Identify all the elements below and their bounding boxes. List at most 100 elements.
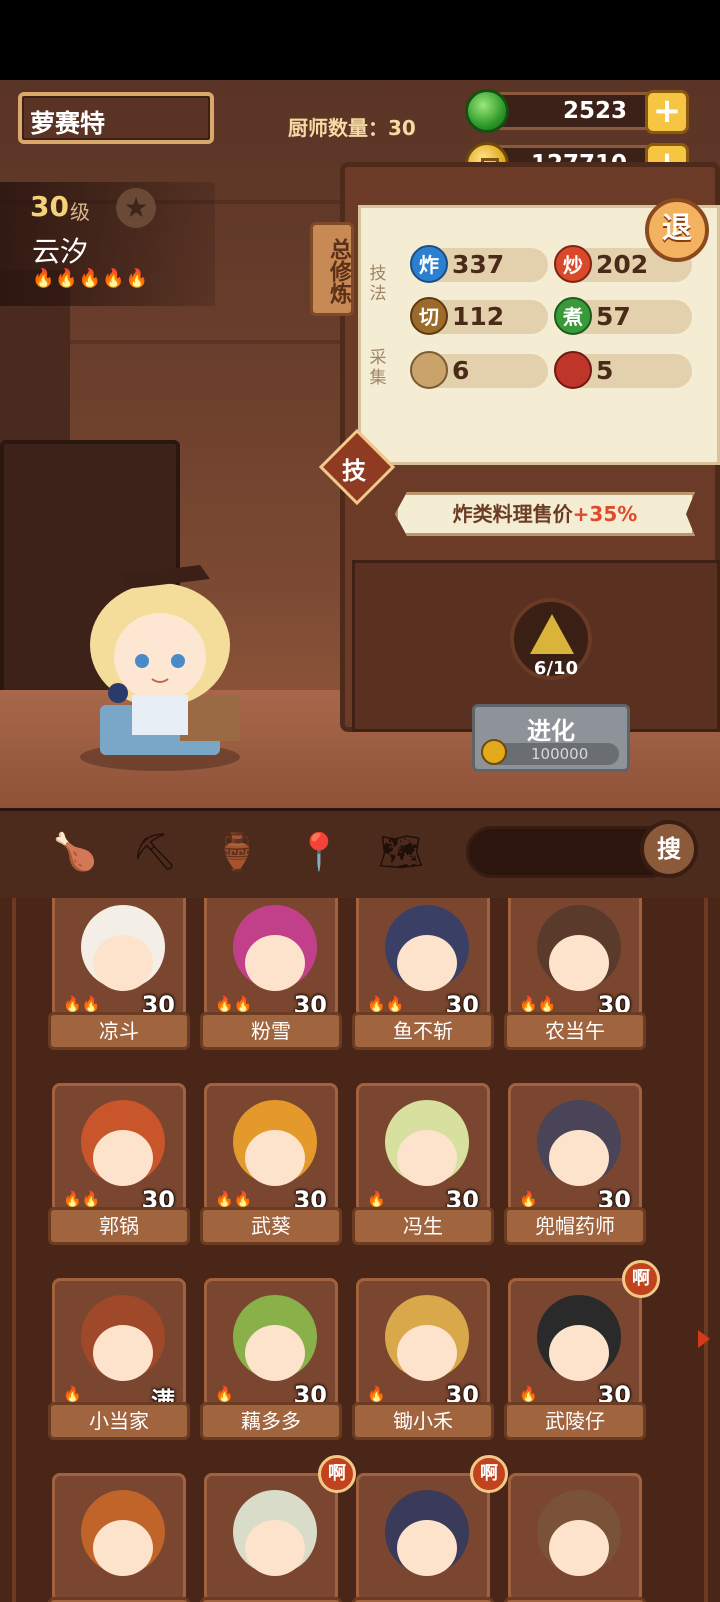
chef-card-name <box>48 1597 190 1602</box>
alert-badge-icon[interactable]: 啊 <box>470 1455 508 1493</box>
chef-face <box>397 1520 457 1576</box>
chef-card-name <box>200 1597 342 1602</box>
gem-currency: 2523 + <box>465 89 689 134</box>
chef-card-flames: 🔥🔥 <box>519 995 557 1013</box>
fry-icon: 炸 <box>410 245 448 283</box>
chef-portrait: 🔥 30 <box>508 1083 642 1213</box>
chef-level-unit: 级 <box>70 200 90 224</box>
chef-face <box>245 935 305 991</box>
chef-card[interactable]: 🔥🔥 30 郭锅 <box>48 1083 190 1255</box>
chef-portrait <box>204 1473 338 1602</box>
cut-icon: 切 <box>410 297 448 335</box>
chef-face <box>93 1325 153 1381</box>
evolution-progress: 6/10 <box>533 658 579 679</box>
evolve-cost: 100000 <box>481 739 619 765</box>
evolve-cost-value: 100000 <box>531 745 589 763</box>
skill-fry: 炸 337 <box>410 245 548 283</box>
chef-face <box>93 1520 153 1576</box>
chef-portrait: 🔥🔥 30 <box>356 898 490 1018</box>
boil-icon: 煮 <box>554 297 592 335</box>
grain-basket-icon <box>410 351 448 389</box>
player-name[interactable]: 萝赛特 <box>18 92 214 144</box>
shovel-icon[interactable]: ⛏ <box>132 830 178 876</box>
chef-card-name <box>352 1597 494 1602</box>
chef-card-flames: 🔥🔥 <box>63 995 101 1013</box>
chef-card[interactable]: 🔥🔥 30 凉斗 <box>48 898 190 1060</box>
chef-card-name: 粉雪 <box>200 1012 342 1050</box>
stirfry-icon: 炒 <box>554 245 592 283</box>
chef-face <box>549 1325 609 1381</box>
chef-portrait: 🔥 30 <box>356 1083 490 1213</box>
chef-card-name <box>504 1597 646 1602</box>
star-icon[interactable]: ★ <box>116 188 156 228</box>
gather-meat-value: 5 <box>596 356 614 385</box>
chef-portrait: 🔥🔥 30 <box>52 1083 186 1213</box>
chef-card[interactable]: 啊 <box>200 1455 356 1602</box>
add-gems-button[interactable]: + <box>645 90 689 134</box>
alert-badge-icon[interactable]: 啊 <box>622 1260 660 1298</box>
chef-card-name: 小当家 <box>48 1402 190 1440</box>
bonus-value: +35% <box>572 502 638 526</box>
chef-portrait <box>52 1473 186 1602</box>
alert-badge-icon[interactable]: 啊 <box>318 1455 356 1493</box>
chef-card-flames: 🔥 <box>215 1385 234 1403</box>
drumstick-icon[interactable]: 🍗 <box>52 830 98 876</box>
gather-grain-value: 6 <box>452 356 470 385</box>
skill-cut: 切 112 <box>410 297 548 335</box>
status-bar <box>0 0 720 80</box>
tab-total-training[interactable]: 总修炼 <box>310 222 354 316</box>
jar-icon[interactable]: 🏺 <box>214 830 260 876</box>
chef-card-flames: 🔥 <box>519 1190 538 1208</box>
location-pin-icon[interactable]: 📍 <box>296 830 342 876</box>
chef-character[interactable] <box>60 545 260 775</box>
skill-cut-value: 112 <box>452 302 505 331</box>
chef-card-name: 藕多多 <box>200 1402 342 1440</box>
skill-bonus-banner: 炸类料理售价+35% <box>395 492 695 536</box>
chef-portrait: 🔥 30 <box>508 1278 642 1408</box>
chef-card[interactable]: 🔥🔥 30 粉雪 <box>200 898 342 1060</box>
chef-card-name: 郭锅 <box>48 1207 190 1245</box>
chef-card[interactable]: 🔥 30 兜帽药师 <box>504 1083 646 1255</box>
chef-card[interactable]: 🔥 30 藕多多 <box>200 1278 342 1450</box>
map-help-icon[interactable]: 🗺 <box>378 830 424 876</box>
chef-card[interactable]: 🔥 30 锄小禾 <box>352 1278 494 1450</box>
search-button[interactable]: 搜 <box>640 820 698 878</box>
meat-icon <box>554 351 592 389</box>
chef-face <box>245 1520 305 1576</box>
chef-card[interactable]: 🔥🔥 30 鱼不斩 <box>352 898 494 1060</box>
gem-amount: 2523 <box>562 98 627 124</box>
coin-icon <box>481 739 507 765</box>
evolve-button[interactable]: 进化 100000 <box>472 704 630 772</box>
chef-card[interactable]: 啊 <box>352 1455 508 1602</box>
chef-card[interactable]: 🔥 30 武陵仔 啊 <box>504 1260 660 1450</box>
chef-card[interactable]: 🔥 30 冯生 <box>352 1083 494 1255</box>
chef-card-flames: 🔥🔥 <box>215 995 253 1013</box>
chef-card-flames: 🔥 <box>367 1385 386 1403</box>
chef-portrait <box>356 1473 490 1602</box>
chef-face <box>549 935 609 991</box>
chef-portrait: 🔥 30 <box>356 1278 490 1408</box>
chef-name: 云汐 <box>32 235 89 268</box>
chef-face <box>93 1130 153 1186</box>
chef-face <box>245 1325 305 1381</box>
chef-face <box>549 1520 609 1576</box>
chef-rarity-flames: 🔥🔥🔥🔥🔥 <box>32 268 150 289</box>
chef-face <box>549 1130 609 1186</box>
chef-card[interactable]: 🔥 满小当家 <box>48 1278 190 1450</box>
scroll-arrow-icon[interactable] <box>698 1330 710 1348</box>
gather-grain: 6 <box>410 351 548 389</box>
chef-card-name: 武陵仔 <box>504 1402 646 1440</box>
chef-portrait: 🔥 30 <box>204 1278 338 1408</box>
chef-face <box>397 935 457 991</box>
chef-card-flames: 🔥🔥 <box>63 1190 101 1208</box>
chef-portrait: 🔥🔥 30 <box>52 898 186 1018</box>
chef-card-name: 武葵 <box>200 1207 342 1245</box>
chef-card[interactable]: 🔥🔥 30 农当午 <box>504 898 646 1060</box>
chef-card[interactable]: 🔥🔥 30 武葵 <box>200 1083 342 1255</box>
bonus-text: 炸类料理售价 <box>452 502 573 526</box>
chef-card[interactable] <box>504 1473 646 1602</box>
skill-fry-value: 337 <box>452 250 505 279</box>
chef-card[interactable] <box>48 1473 190 1602</box>
retreat-button[interactable]: 退 <box>645 198 709 262</box>
chef-card-flames: 🔥 <box>519 1385 538 1403</box>
